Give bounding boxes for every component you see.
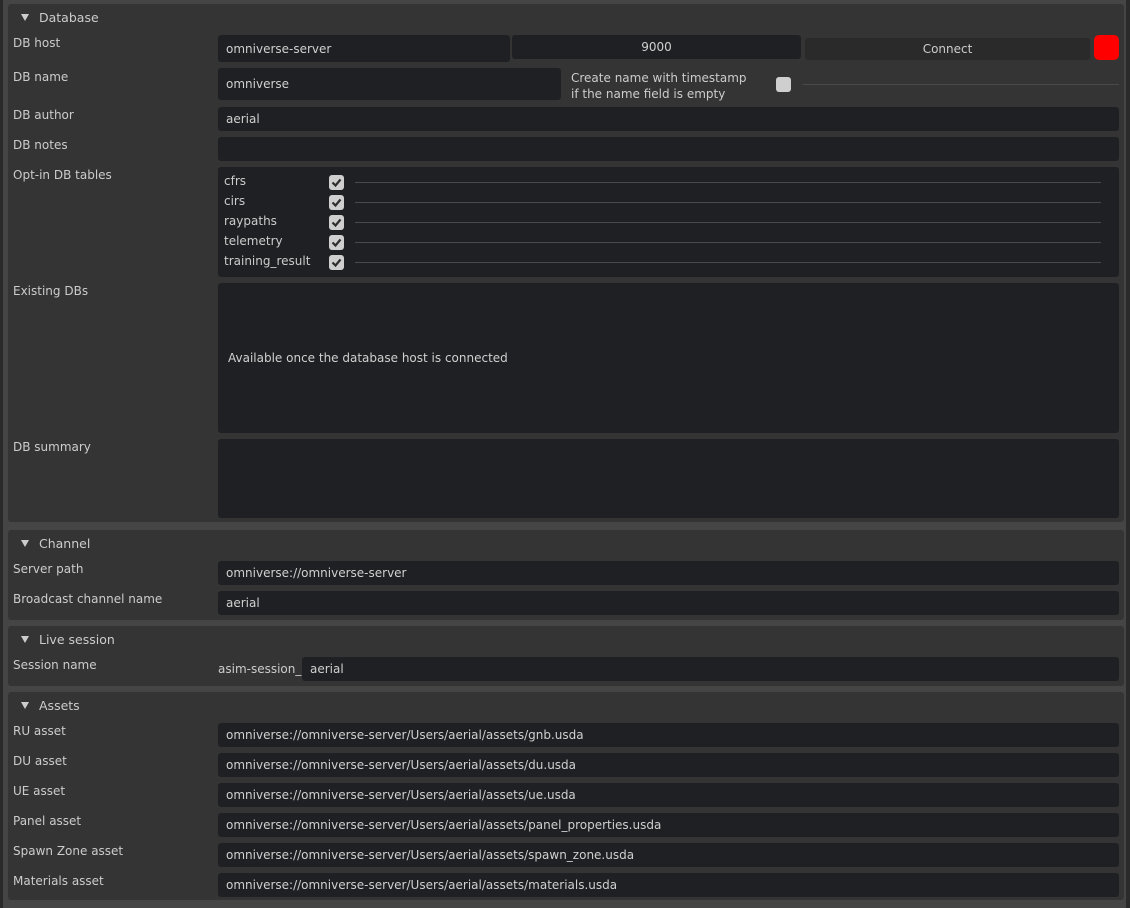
ue-asset-input[interactable]: omniverse://omniverse-server/Users/aeria… bbox=[218, 783, 1119, 807]
live-session-section-title: Live session bbox=[39, 631, 115, 647]
server-path-input[interactable]: omniverse://omniverse-server bbox=[218, 561, 1119, 585]
asset-label: UE asset bbox=[13, 784, 66, 798]
database-section-title: Database bbox=[39, 9, 99, 25]
db-port-input[interactable]: 9000 bbox=[512, 35, 801, 59]
asset-label: RU asset bbox=[13, 724, 66, 738]
db-host-value: omniverse-server bbox=[226, 41, 332, 56]
timestamp-label-line2: if the name field is empty bbox=[571, 87, 726, 101]
checkmark-icon bbox=[331, 258, 342, 268]
live-session-section: Live session Session name asim-session_ … bbox=[8, 626, 1124, 686]
table-item-label: training_result bbox=[224, 254, 311, 268]
db-name-value: omniverse bbox=[226, 77, 290, 91]
du-asset-input[interactable]: omniverse://omniverse-server/Users/aeria… bbox=[218, 753, 1119, 777]
spawn-zone-asset-input[interactable]: omniverse://omniverse-server/Users/aeria… bbox=[218, 843, 1119, 867]
divider-line bbox=[355, 242, 1101, 243]
table-item-label: cfrs bbox=[224, 174, 247, 188]
session-name-value: aerial bbox=[310, 662, 344, 676]
checkmark-icon bbox=[331, 238, 342, 248]
table-item-label: telemetry bbox=[224, 234, 283, 248]
checkmark-icon bbox=[331, 198, 342, 208]
divider-line bbox=[355, 262, 1101, 263]
connect-button-label: Connect bbox=[922, 42, 973, 56]
asset-label: Spawn Zone asset bbox=[13, 844, 124, 858]
asset-label: DU asset bbox=[13, 754, 67, 768]
timestamp-label-line1: Create name with timestamp bbox=[571, 71, 747, 85]
connection-status-indicator bbox=[1094, 35, 1119, 60]
divider-line bbox=[355, 182, 1101, 183]
live-session-section-header[interactable]: Live session bbox=[20, 630, 115, 648]
existing-dbs-label: Existing DBs bbox=[13, 284, 89, 298]
asset-value: omniverse://omniverse-server/Users/aeria… bbox=[226, 848, 635, 862]
assets-section-title: Assets bbox=[39, 697, 80, 713]
database-section-header[interactable]: Database bbox=[20, 8, 99, 26]
server-path-value: omniverse://omniverse-server bbox=[226, 566, 407, 580]
asset-label: Panel asset bbox=[13, 814, 82, 828]
asset-value: omniverse://omniverse-server/Users/aeria… bbox=[226, 788, 576, 802]
opt-in-tables-list: cfrs cirs raypaths telemetry training_re… bbox=[218, 167, 1119, 277]
table-item-checkbox[interactable] bbox=[329, 235, 344, 250]
database-section: Database DB host omniverse-server 9000 C… bbox=[8, 4, 1124, 522]
channel-section-header[interactable]: Channel bbox=[20, 534, 90, 552]
divider-line bbox=[355, 202, 1101, 203]
divider-line bbox=[803, 84, 1119, 85]
asset-label: Materials asset bbox=[13, 874, 104, 888]
checkmark-icon bbox=[331, 218, 342, 228]
table-item-label: raypaths bbox=[224, 214, 277, 228]
existing-dbs-list[interactable]: Available once the database host is conn… bbox=[218, 283, 1119, 433]
db-author-value: aerial bbox=[226, 112, 260, 126]
existing-dbs-placeholder: Available once the database host is conn… bbox=[228, 351, 508, 365]
asset-value: omniverse://omniverse-server/Users/aeria… bbox=[226, 818, 662, 832]
db-notes-label: DB notes bbox=[13, 138, 68, 152]
collapse-triangle-icon bbox=[21, 539, 29, 547]
table-item-checkbox[interactable] bbox=[329, 195, 344, 210]
panel-asset-input[interactable]: omniverse://omniverse-server/Users/aeria… bbox=[218, 813, 1119, 837]
channel-section-title: Channel bbox=[39, 535, 91, 551]
db-author-label: DB author bbox=[13, 108, 74, 122]
db-host-input[interactable]: omniverse-server bbox=[218, 35, 510, 62]
timestamp-checkbox[interactable] bbox=[776, 77, 791, 92]
db-host-label: DB host bbox=[13, 36, 61, 50]
session-name-prefix: asim-session_ bbox=[218, 662, 302, 676]
db-notes-input[interactable] bbox=[218, 137, 1119, 161]
assets-section-header[interactable]: Assets bbox=[20, 696, 80, 714]
asset-value: omniverse://omniverse-server/Users/aeria… bbox=[226, 878, 618, 892]
ru-asset-input[interactable]: omniverse://omniverse-server/Users/aeria… bbox=[218, 723, 1119, 747]
server-path-label: Server path bbox=[13, 562, 84, 576]
divider-line bbox=[355, 222, 1101, 223]
broadcast-channel-input[interactable]: aerial bbox=[218, 591, 1119, 615]
window-scrollbar[interactable] bbox=[1126, 0, 1130, 908]
session-name-input[interactable]: aerial bbox=[302, 657, 1119, 681]
asset-value: omniverse://omniverse-server/Users/aeria… bbox=[226, 728, 584, 742]
db-summary-area[interactable] bbox=[218, 439, 1119, 518]
timestamp-option-label: Create name with timestamp if the name f… bbox=[571, 70, 747, 102]
materials-asset-input[interactable]: omniverse://omniverse-server/Users/aeria… bbox=[218, 873, 1119, 897]
table-item-checkbox[interactable] bbox=[329, 215, 344, 230]
table-item-checkbox[interactable] bbox=[329, 255, 344, 270]
collapse-triangle-icon bbox=[21, 635, 29, 643]
db-name-label: DB name bbox=[13, 70, 69, 84]
channel-section: Channel Server path omniverse://omnivers… bbox=[8, 530, 1124, 620]
session-name-label: Session name bbox=[13, 658, 97, 672]
broadcast-channel-value: aerial bbox=[226, 596, 260, 610]
table-item-label: cirs bbox=[224, 194, 246, 208]
table-item-checkbox[interactable] bbox=[329, 175, 344, 190]
collapse-triangle-icon bbox=[21, 13, 29, 21]
window-left-border bbox=[0, 0, 3, 908]
db-port-value: 9000 bbox=[641, 40, 672, 54]
db-summary-label: DB summary bbox=[13, 440, 91, 454]
db-name-input[interactable]: omniverse bbox=[218, 68, 561, 100]
opt-in-tables-label: Opt-in DB tables bbox=[13, 168, 112, 182]
asset-value: omniverse://omniverse-server/Users/aeria… bbox=[226, 758, 577, 772]
connect-button[interactable]: Connect bbox=[805, 38, 1090, 60]
db-author-input[interactable]: aerial bbox=[218, 107, 1119, 131]
checkmark-icon bbox=[331, 178, 342, 188]
broadcast-channel-label: Broadcast channel name bbox=[13, 592, 163, 606]
assets-section: Assets RU asset omniverse://omniverse-se… bbox=[8, 692, 1124, 900]
collapse-triangle-icon bbox=[21, 701, 29, 709]
